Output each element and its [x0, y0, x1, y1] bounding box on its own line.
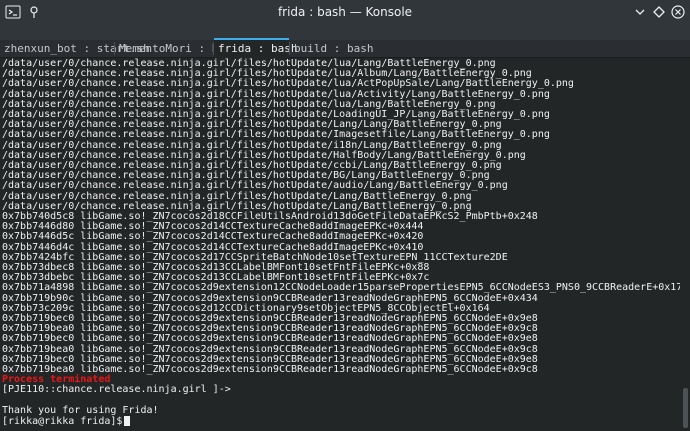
tab-label: frida : bash	[218, 42, 298, 55]
scrollbar[interactable]	[681, 58, 690, 431]
tab-zhenxun-bot[interactable]: zhenxun_bot : start.sh	[0, 40, 150, 57]
window-title: frida : bash — Konsole	[277, 5, 413, 19]
tab-frida[interactable]: frida : bash	[214, 38, 297, 59]
tab-bar: zhenxun_bot : start.sh MementoMori : bas…	[0, 38, 690, 59]
tab-mementomori[interactable]: MementoMori : bash	[115, 40, 238, 57]
tab-build[interactable]: build : bash	[290, 40, 373, 57]
scrollbar-thumb[interactable]	[683, 388, 688, 428]
goodbye-message: Thank you for using Frida!	[2, 405, 159, 416]
chevron-down-icon	[635, 9, 645, 15]
maximize-button[interactable]	[651, 4, 667, 20]
text-cursor	[124, 416, 131, 426]
close-icon	[671, 5, 685, 19]
shell-prompt: [rikka@rikka frida]$	[2, 416, 123, 427]
terminal-output[interactable]: /data/user/0/chance.release.ninja.girl/f…	[0, 58, 680, 431]
minimize-button[interactable]	[632, 4, 648, 20]
diamond-icon	[653, 6, 665, 18]
tab-bar-spacer	[0, 24, 690, 40]
shell-prompt-line[interactable]: [rikka@rikka frida]$	[2, 416, 131, 427]
frida-prompt: [PJE110::chance.release.ninja.girl ]->	[2, 384, 231, 395]
tab-label: build : bash	[294, 42, 374, 55]
close-button[interactable]	[670, 4, 686, 20]
konsole-window: frida : bash — Konsole zhenxun_bot : sta…	[0, 0, 690, 431]
title-bar[interactable]: frida : bash — Konsole	[0, 0, 690, 24]
